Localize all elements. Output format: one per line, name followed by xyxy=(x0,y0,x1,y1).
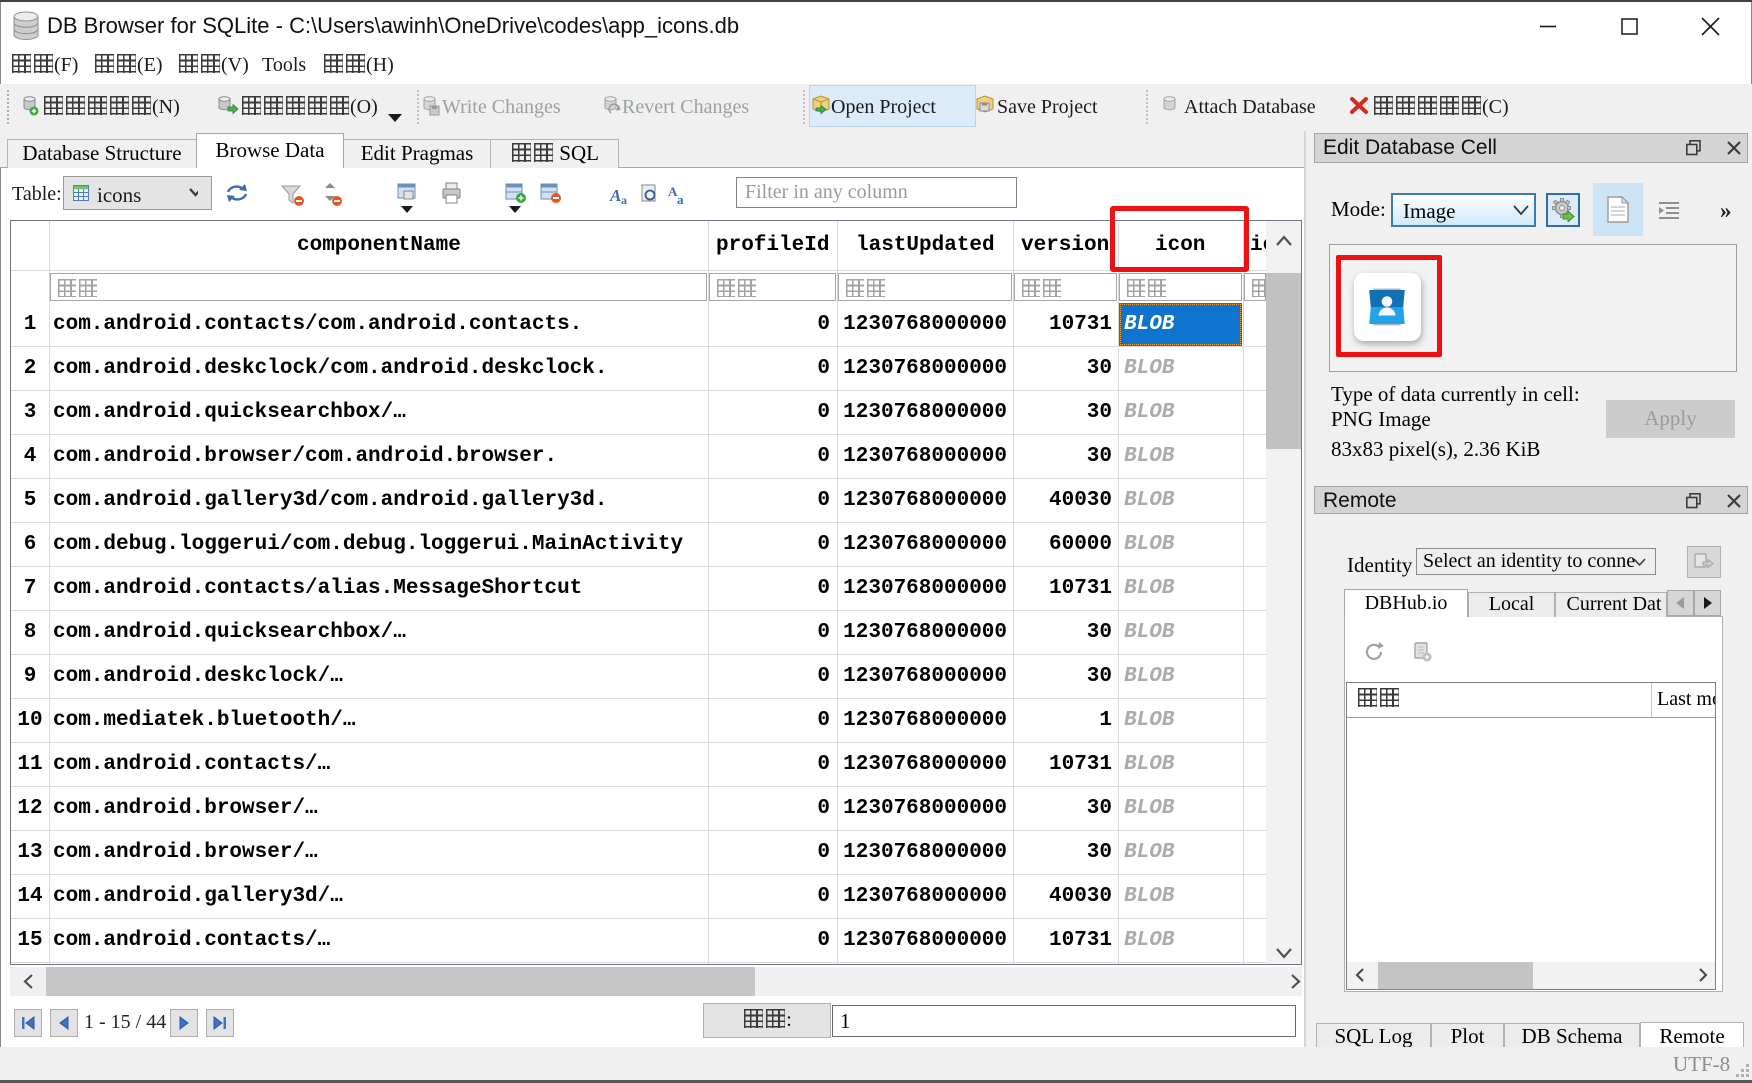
svg-text:A: A xyxy=(609,186,621,205)
svg-text:a: a xyxy=(621,193,627,207)
svg-text:a: a xyxy=(677,192,684,207)
